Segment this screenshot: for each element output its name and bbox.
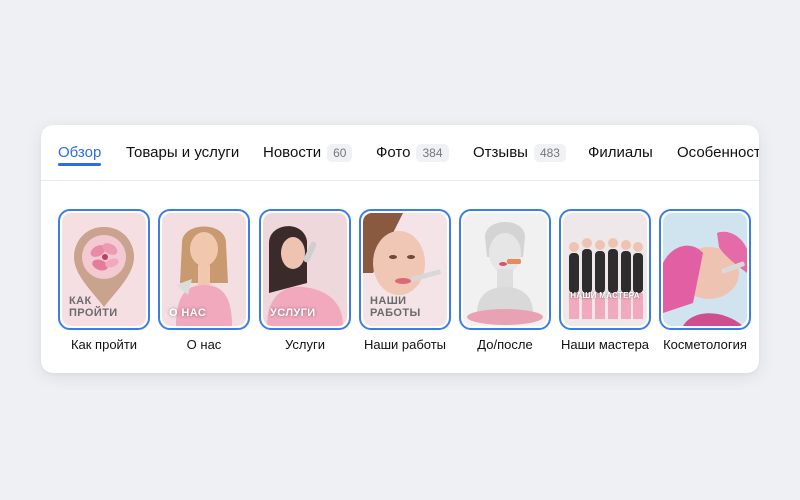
story-label: Наши работы: [363, 337, 447, 352]
story-label: Косметология: [663, 337, 747, 352]
tab-news-count: 60: [327, 143, 353, 162]
tab-branches-label: Филиалы: [588, 144, 653, 161]
story-label: Услуги: [285, 337, 325, 352]
story-overlay-text: НАШИ МАСТЕРА: [570, 291, 640, 300]
tab-features[interactable]: Особенност: [677, 125, 759, 180]
story-image: [463, 213, 547, 326]
story-label: До/после: [477, 337, 533, 352]
tab-products-services[interactable]: Товары и услуги: [126, 125, 239, 180]
story-our-masters[interactable]: НАШИ МАСТЕРА Наши мастера: [559, 209, 651, 352]
stories-row: КАК ПРОЙТИ Как пройти О НАС О нас УСЛУГИ…: [41, 209, 759, 359]
tab-reviews[interactable]: Отзывы 483: [473, 125, 566, 180]
story-cosmetology[interactable]: Косметология: [659, 209, 751, 352]
story-about[interactable]: О НАС О нас: [158, 209, 250, 352]
business-card: Обзор Товары и услуги Новости 60 Фото 38…: [41, 125, 759, 373]
tab-news[interactable]: Новости 60: [263, 125, 353, 180]
tab-overview[interactable]: Обзор: [58, 125, 102, 180]
tab-news-label: Новости: [263, 144, 322, 161]
tab-overview-label: Обзор: [58, 144, 102, 161]
story-thumbnail: О НАС: [158, 209, 250, 330]
story-image: КАК ПРОЙТИ: [62, 213, 146, 326]
story-services[interactable]: УСЛУГИ Услуги: [259, 209, 351, 352]
tab-photos-label: Фото: [376, 144, 411, 161]
tab-bar: Обзор Товары и услуги Новости 60 Фото 38…: [41, 125, 759, 181]
tab-features-label: Особенност: [677, 144, 759, 161]
story-label: Наши мастера: [560, 337, 650, 352]
tab-branches[interactable]: Филиалы: [588, 125, 653, 180]
story-thumbnail: НАШИ МАСТЕРА: [559, 209, 651, 330]
story-image: [663, 213, 747, 326]
story-directions[interactable]: КАК ПРОЙТИ Как пройти: [58, 209, 150, 352]
story-overlay-text: НАШИ РАБОТЫ: [370, 294, 421, 319]
story-image: НАШИ РАБОТЫ: [363, 213, 447, 326]
tab-photos[interactable]: Фото 384: [376, 125, 449, 180]
story-overlay-text: УСЛУГИ: [270, 306, 316, 319]
story-overlay-text: О НАС: [169, 306, 207, 319]
tab-reviews-count: 483: [533, 143, 566, 162]
story-thumbnail: КАК ПРОЙТИ: [58, 209, 150, 330]
story-label: Как пройти: [70, 337, 138, 352]
story-our-works[interactable]: НАШИ РАБОТЫ Наши работы: [359, 209, 451, 352]
story-thumbnail: УСЛУГИ: [259, 209, 351, 330]
active-tab-indicator: [58, 163, 102, 166]
story-thumbnail: НАШИ РАБОТЫ: [359, 209, 451, 330]
story-image: НАШИ МАСТЕРА: [563, 213, 647, 326]
story-label: О нас: [186, 337, 222, 352]
tab-products-services-label: Товары и услуги: [126, 144, 240, 161]
story-overlay-text: КАК ПРОЙТИ: [69, 294, 118, 319]
tab-photos-count: 384: [416, 143, 449, 162]
story-thumbnail: [659, 209, 751, 330]
story-thumbnail: [459, 209, 551, 330]
story-image: УСЛУГИ: [263, 213, 347, 326]
tab-reviews-label: Отзывы: [473, 144, 528, 161]
story-before-after[interactable]: До/после: [459, 209, 551, 352]
story-image: О НАС: [162, 213, 246, 326]
